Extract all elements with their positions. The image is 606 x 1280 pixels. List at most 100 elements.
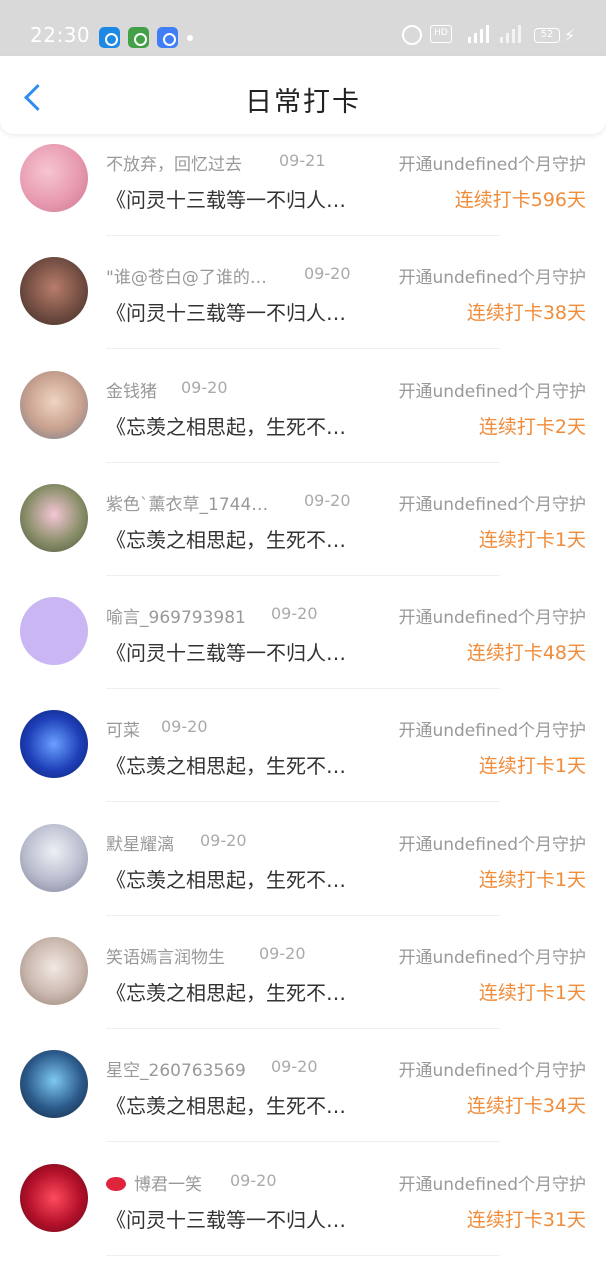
child-photo-avatar[interactable] xyxy=(20,483,88,552)
row-divider xyxy=(106,574,500,576)
streak-count: 连续打卡2天 xyxy=(478,415,586,438)
app-notification-icon xyxy=(157,27,178,48)
user-name[interactable]: 不放弃，回忆过去 xyxy=(106,150,242,175)
user-name[interactable]: 可菜 xyxy=(106,716,140,741)
checkin-date: 09-20 xyxy=(161,717,208,737)
checkin-date: 09-20 xyxy=(271,604,318,624)
streak-count: 连续打卡1天 xyxy=(478,528,586,551)
guard-status: 开通undefined个月守护 xyxy=(398,268,586,289)
list-item[interactable]: 可菜 09-20 开通undefined个月守护 《忘羡之相思起，生死不… 连续打卡1天 xyxy=(0,700,606,813)
hd-icon: HD xyxy=(430,25,452,43)
checkin-date: 09-20 xyxy=(181,377,228,397)
row-divider xyxy=(106,914,500,916)
guard-status: 开通undefined个月守护 xyxy=(398,834,586,855)
user-name-text: 博君一笑 xyxy=(134,1174,202,1195)
list-item[interactable]: 默星耀漓 09-20 开通undefined个月守护 《忘羡之相思起，生死不… 连续打卡… xyxy=(0,814,606,927)
guard-status: 开通undefined个月守护 xyxy=(398,381,586,402)
status-bar: 22:30 HD 52 ⚡ xyxy=(0,0,606,56)
boy-portrait-avatar[interactable] xyxy=(20,937,88,1006)
content-title[interactable]: 《问灵十三载等一不归人… xyxy=(106,637,381,666)
checkin-date: 09-20 xyxy=(230,1170,277,1190)
user-name-text: "谁@苍白@了谁的… xyxy=(106,268,267,289)
alarm-icon xyxy=(402,25,422,45)
page-title: 日常打卡 xyxy=(245,87,361,118)
status-time: 22:30 xyxy=(30,23,91,47)
streak-count: 连续打卡1天 xyxy=(478,755,586,778)
user-name[interactable]: "谁@苍白@了谁的… xyxy=(106,263,267,288)
guard-status: 开通undefined个月守护 xyxy=(398,948,586,969)
content-title[interactable]: 《忘羡之相思起，生死不… xyxy=(106,524,381,553)
streak-count: 连续打卡34天 xyxy=(466,1095,586,1118)
content-title[interactable]: 《忘羡之相思起，生死不… xyxy=(106,750,381,779)
list-item[interactable]: 星空_260763569 09-20 开通undefined个月守护 《忘羡之相思起，… xyxy=(0,1040,606,1153)
user-name-text: 紫色`薰衣草_1744… xyxy=(106,494,269,515)
guard-status: 开通undefined个月守护 xyxy=(398,494,586,515)
row-divider xyxy=(106,801,500,803)
row-divider xyxy=(106,348,500,350)
user-name-text: 可菜 xyxy=(106,721,140,742)
row-divider xyxy=(106,461,500,463)
anime-character-avatar[interactable] xyxy=(20,823,88,892)
guard-status: 开通undefined个月守护 xyxy=(398,608,586,629)
row-divider xyxy=(106,1254,500,1256)
content-title[interactable]: 《忘羡之相思起，生死不… xyxy=(106,1090,381,1119)
streak-count: 连续打卡31天 xyxy=(466,1208,586,1231)
user-name[interactable]: 博君一笑 xyxy=(106,1170,202,1195)
checkin-list: 不放弃，回忆过去 09-21 开通undefined个月守护 《问灵十三载等一不归人…… xyxy=(0,134,606,1267)
app-notification-icon xyxy=(128,27,149,48)
list-item[interactable]: 喻言_969793981 09-20 开通undefined个月守护 《问灵十三载等一… xyxy=(0,587,606,700)
fantasy-art-avatar[interactable] xyxy=(20,1050,88,1119)
user-name[interactable]: 金钱猪 xyxy=(106,377,157,402)
signal-secondary-icon xyxy=(500,25,522,43)
red-lips-avatar[interactable] xyxy=(20,1163,88,1232)
streak-count: 连续打卡48天 xyxy=(466,642,586,665)
guard-status: 开通undefined个月守护 xyxy=(398,155,586,175)
nav-bar: 日常打卡 xyxy=(0,56,606,134)
content-title[interactable]: 《忘羡之相思起，生死不… xyxy=(106,411,381,440)
checkin-date: 09-20 xyxy=(259,944,306,964)
guard-status: 开通undefined个月守护 xyxy=(398,1061,586,1082)
streak-count: 连续打卡1天 xyxy=(478,982,586,1005)
blue-butterfly-avatar[interactable] xyxy=(20,710,88,779)
battery-icon: 52 xyxy=(534,28,560,43)
content-title[interactable]: 《问灵十三载等一不归人… xyxy=(106,184,381,213)
app-notification-icon xyxy=(99,27,120,48)
selfie-avatar[interactable] xyxy=(20,370,88,439)
user-name-text: 笑语嫣言润物生 xyxy=(106,948,225,969)
list-item[interactable]: 笑语嫣言润物生 09-20 开通undefined个月守护 《忘羡之相思起，生死不… 连… xyxy=(0,927,606,1040)
user-name-text: 不放弃，回忆过去 xyxy=(106,155,242,175)
more-notifications-icon xyxy=(187,35,193,41)
checkin-date: 09-20 xyxy=(200,830,247,850)
user-name[interactable]: 笑语嫣言润物生 xyxy=(106,943,225,968)
lips-icon xyxy=(106,1176,126,1191)
checkin-date: 09-20 xyxy=(304,490,351,510)
content-title[interactable]: 《忘羡之相思起，生死不… xyxy=(106,977,381,1006)
list-item[interactable]: 紫色`薰衣草_1744… 09-20 开通undefined个月守护 《忘羡之相思起，… xyxy=(0,474,606,587)
user-name[interactable]: 紫色`薰衣草_1744… xyxy=(106,490,268,515)
list-item[interactable]: "谁@苍白@了谁的… 09-20 开通undefined个月守护 《问灵十三载等一不归… xyxy=(0,247,606,360)
default-chat-avatar[interactable] xyxy=(20,597,88,666)
list-item[interactable]: 博君一笑 09-20 开通undefined个月守护 《问灵十三载等一不归人… 连续打卡… xyxy=(0,1154,606,1267)
user-name[interactable]: 喻言_969793981 xyxy=(106,603,246,628)
list-item[interactable]: 不放弃，回忆过去 09-21 开通undefined个月守护 《问灵十三载等一不归人…… xyxy=(0,134,606,247)
content-title[interactable]: 《问灵十三载等一不归人… xyxy=(106,1204,381,1233)
pink-blossom-avatar[interactable] xyxy=(20,144,88,212)
people-photo-avatar[interactable] xyxy=(20,257,88,326)
row-divider xyxy=(106,1141,500,1143)
row-divider xyxy=(106,688,500,690)
checkin-date: 09-20 xyxy=(304,264,351,284)
signal-icon xyxy=(468,25,492,43)
content-title[interactable]: 《问灵十三载等一不归人… xyxy=(106,297,381,326)
checkin-date: 09-21 xyxy=(279,151,326,170)
user-name-text: 星空_260763569 xyxy=(106,1061,246,1082)
row-divider xyxy=(106,235,500,236)
content-title[interactable]: 《忘羡之相思起，生死不… xyxy=(106,864,381,893)
user-name[interactable]: 星空_260763569 xyxy=(106,1056,246,1081)
list-item[interactable]: 金钱猪 09-20 开通undefined个月守护 《忘羡之相思起，生死不… 连续打卡2… xyxy=(0,361,606,474)
checkin-date: 09-20 xyxy=(271,1057,318,1077)
charging-icon: ⚡ xyxy=(564,26,576,45)
streak-count: 连续打卡38天 xyxy=(466,302,586,325)
user-name[interactable]: 默星耀漓 xyxy=(106,830,174,855)
user-name-text: 喻言_969793981 xyxy=(106,608,246,629)
user-name-text: 金钱猪 xyxy=(106,381,157,402)
